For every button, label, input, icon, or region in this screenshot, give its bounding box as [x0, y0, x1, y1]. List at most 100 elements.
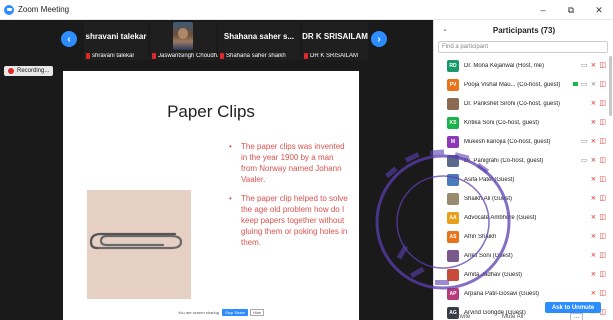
participant-row[interactable]: AP Arpana Patil-Gosavi (Guest) ⨯ ◫	[434, 284, 608, 303]
minimize-button[interactable]: –	[529, 0, 557, 20]
participant-row[interactable]: Dr. Panigrahi (Co-host, guest) ▭ ⨯ ◫	[434, 151, 608, 170]
participant-status-icons: ⨯◫	[588, 232, 607, 240]
video-off-icon: ◫	[599, 233, 606, 240]
panel-footer: Invite Mute All ...	[434, 312, 613, 320]
mute-all-button[interactable]: Mute All	[502, 314, 523, 320]
search-placeholder: Find a participant	[442, 44, 489, 50]
participant-search-input[interactable]: Find a participant	[438, 41, 608, 53]
participant-avatar: AA	[447, 211, 459, 224]
video-off-icon: ◫	[599, 157, 606, 164]
participant-status-icons: ⨯◫	[588, 194, 607, 202]
video-on-icon: ▭	[580, 157, 588, 164]
participant-row[interactable]: Dr. Parikshet Sirohi (Co-host, guest) ⨯ ◫	[434, 94, 608, 113]
mic-muted-icon: ⨯	[590, 252, 597, 259]
paper-clip-image	[87, 190, 191, 299]
participant-status-icons: ⨯◫	[588, 175, 607, 183]
tile-name: Shahana saher s...	[223, 32, 295, 41]
participant-list: RD Dr. Mona Kejariwal (Host, me) ▭ ⨯ ◫ PV Pooj…	[434, 56, 608, 320]
shared-slide: Paper Clips The paper clips was invented…	[63, 71, 359, 320]
mic-muted-icon	[152, 53, 156, 59]
participant-status-icons: ⨯◫	[588, 289, 607, 297]
video-tile[interactable]: shravani talekar shravani talekar	[84, 22, 148, 60]
tile-name: shravani talekar	[85, 32, 147, 41]
participant-name: Dr. Panigrahi (Co-host, guest)	[464, 157, 544, 164]
invite-button[interactable]: Invite	[456, 314, 470, 320]
mic-muted-icon: ⨯	[590, 233, 597, 240]
video-off-icon: ◫	[599, 119, 606, 126]
next-page-button[interactable]: ›	[371, 31, 387, 47]
more-button[interactable]: ...	[570, 312, 584, 320]
participant-name: Kritika Soni (Co-host, guest)	[464, 119, 540, 126]
participant-status-icons: ⨯◫	[588, 118, 607, 126]
mic-muted-icon: ⨯	[590, 100, 597, 107]
mic-muted-icon: ⨯	[590, 138, 597, 145]
participant-avatar	[447, 154, 459, 167]
video-on-icon: ▭	[580, 81, 588, 88]
participant-row[interactable]: Asifa Patel (Guest) ⨯ ◫	[434, 170, 608, 189]
participant-name: Shaikh Ali (Guest)	[464, 195, 513, 202]
participant-row[interactable]: Amita Jadhav (Guest) ⨯ ◫	[434, 265, 608, 284]
participant-avatar: AS	[447, 230, 459, 243]
participant-status-icons: ⨯◫	[588, 270, 607, 278]
video-tile[interactable]: DR K SRISAILAM DR K SRISAILAM	[302, 22, 368, 60]
screen-share-bar: You are screen sharing Stop Share Hide	[175, 307, 268, 317]
video-off-icon: ◫	[599, 290, 606, 297]
video-off-icon: ◫	[599, 252, 606, 259]
stop-share-button[interactable]: Stop Share	[222, 308, 249, 316]
video-tile[interactable]: Jaswantsingh Choudh...	[150, 22, 222, 60]
mic-muted-icon: ⨯	[590, 62, 597, 69]
mic-muted-icon: ⨯	[590, 214, 597, 221]
participant-status-icons: ⨯◫	[588, 213, 607, 221]
participant-name: Ankit Soni (Guest)	[464, 252, 513, 259]
mic-muted-icon: ⨯	[590, 290, 597, 297]
hide-bar-button[interactable]: Hide	[250, 308, 265, 316]
slide-bullet: The paper clip helped to solve the age o…	[227, 193, 351, 248]
collapse-icon[interactable]: ⌄	[442, 25, 448, 33]
participant-avatar: KS	[447, 116, 459, 129]
participant-row[interactable]: M Mukesh kanojia (Co-host, guest) ▭ ⨯ ◫	[434, 132, 608, 151]
recording-icon	[8, 68, 14, 74]
participant-status-icons: ⨯◫	[588, 99, 607, 107]
slide-bullets: The paper clips was invented in the year…	[227, 141, 351, 256]
participant-name: Pooja Vishal Mau... (Co-host, guest)	[464, 81, 561, 88]
participant-avatar: RD	[447, 59, 459, 72]
participant-avatar: PV	[447, 78, 459, 91]
close-button[interactable]: ✕	[585, 0, 613, 20]
recording-label: Recording...	[17, 68, 50, 74]
video-off-icon: ◫	[599, 100, 606, 107]
participant-avatar	[447, 268, 459, 281]
participant-avatar	[447, 192, 459, 205]
slide-bullet: The paper clips was invented in the year…	[227, 141, 351, 185]
previous-page-button[interactable]: ‹	[61, 31, 77, 47]
recording-indicator[interactable]: Recording...	[4, 66, 54, 76]
maximize-button[interactable]: ⧉	[557, 0, 585, 20]
video-off-icon: ◫	[599, 195, 606, 202]
scrollbar[interactable]	[609, 56, 612, 116]
participant-name: Asifa Patel (Guest)	[464, 176, 515, 183]
participant-row[interactable]: Shaikh Ali (Guest) ⨯ ◫	[434, 189, 608, 208]
mic-muted-icon: ⨯	[590, 271, 597, 278]
participant-row[interactable]: AS Afrin Shaikh ⨯ ◫	[434, 227, 608, 246]
participant-status-icons: ▭ ⨯ ◫	[578, 137, 606, 145]
participant-avatar	[447, 97, 459, 110]
participant-row[interactable]: AA Advocate Ambhore (Guest) ⨯ ◫	[434, 208, 608, 227]
mic-muted-icon: ⨯	[590, 119, 597, 126]
video-tile[interactable]: Shahana saher s... Shahana saher shaikh	[218, 22, 300, 60]
participant-row[interactable]: KS Kritika Soni (Co-host, guest) ⨯ ◫	[434, 113, 608, 132]
video-off-icon: ◫	[599, 214, 606, 221]
participant-status-icons: ▭ ⨯ ◫	[578, 156, 606, 164]
mic-on-icon: ⨯	[590, 81, 597, 88]
participant-status-icons: ▭ ⨯ ◫	[578, 61, 606, 69]
participant-name: Mukesh kanojia (Co-host, guest)	[464, 138, 551, 145]
participants-title: Participants (73)	[492, 25, 556, 35]
participants-panel: ⌄ Participants (73) Find a participant R…	[433, 20, 613, 320]
mic-muted-icon: ⨯	[590, 176, 597, 183]
participant-row[interactable]: Ankit Soni (Guest) ⨯ ◫	[434, 246, 608, 265]
video-off-icon: ◫	[599, 138, 606, 145]
participant-row[interactable]: PV Pooja Vishal Mau... (Co-host, guest) ▭ ⨯…	[434, 75, 608, 94]
participant-row[interactable]: RD Dr. Mona Kejariwal (Host, me) ▭ ⨯ ◫	[434, 56, 608, 75]
participant-avatar	[447, 249, 459, 262]
mic-muted-icon	[220, 53, 224, 59]
video-off-icon: ◫	[599, 176, 606, 183]
video-off-icon: ◫	[599, 81, 606, 88]
